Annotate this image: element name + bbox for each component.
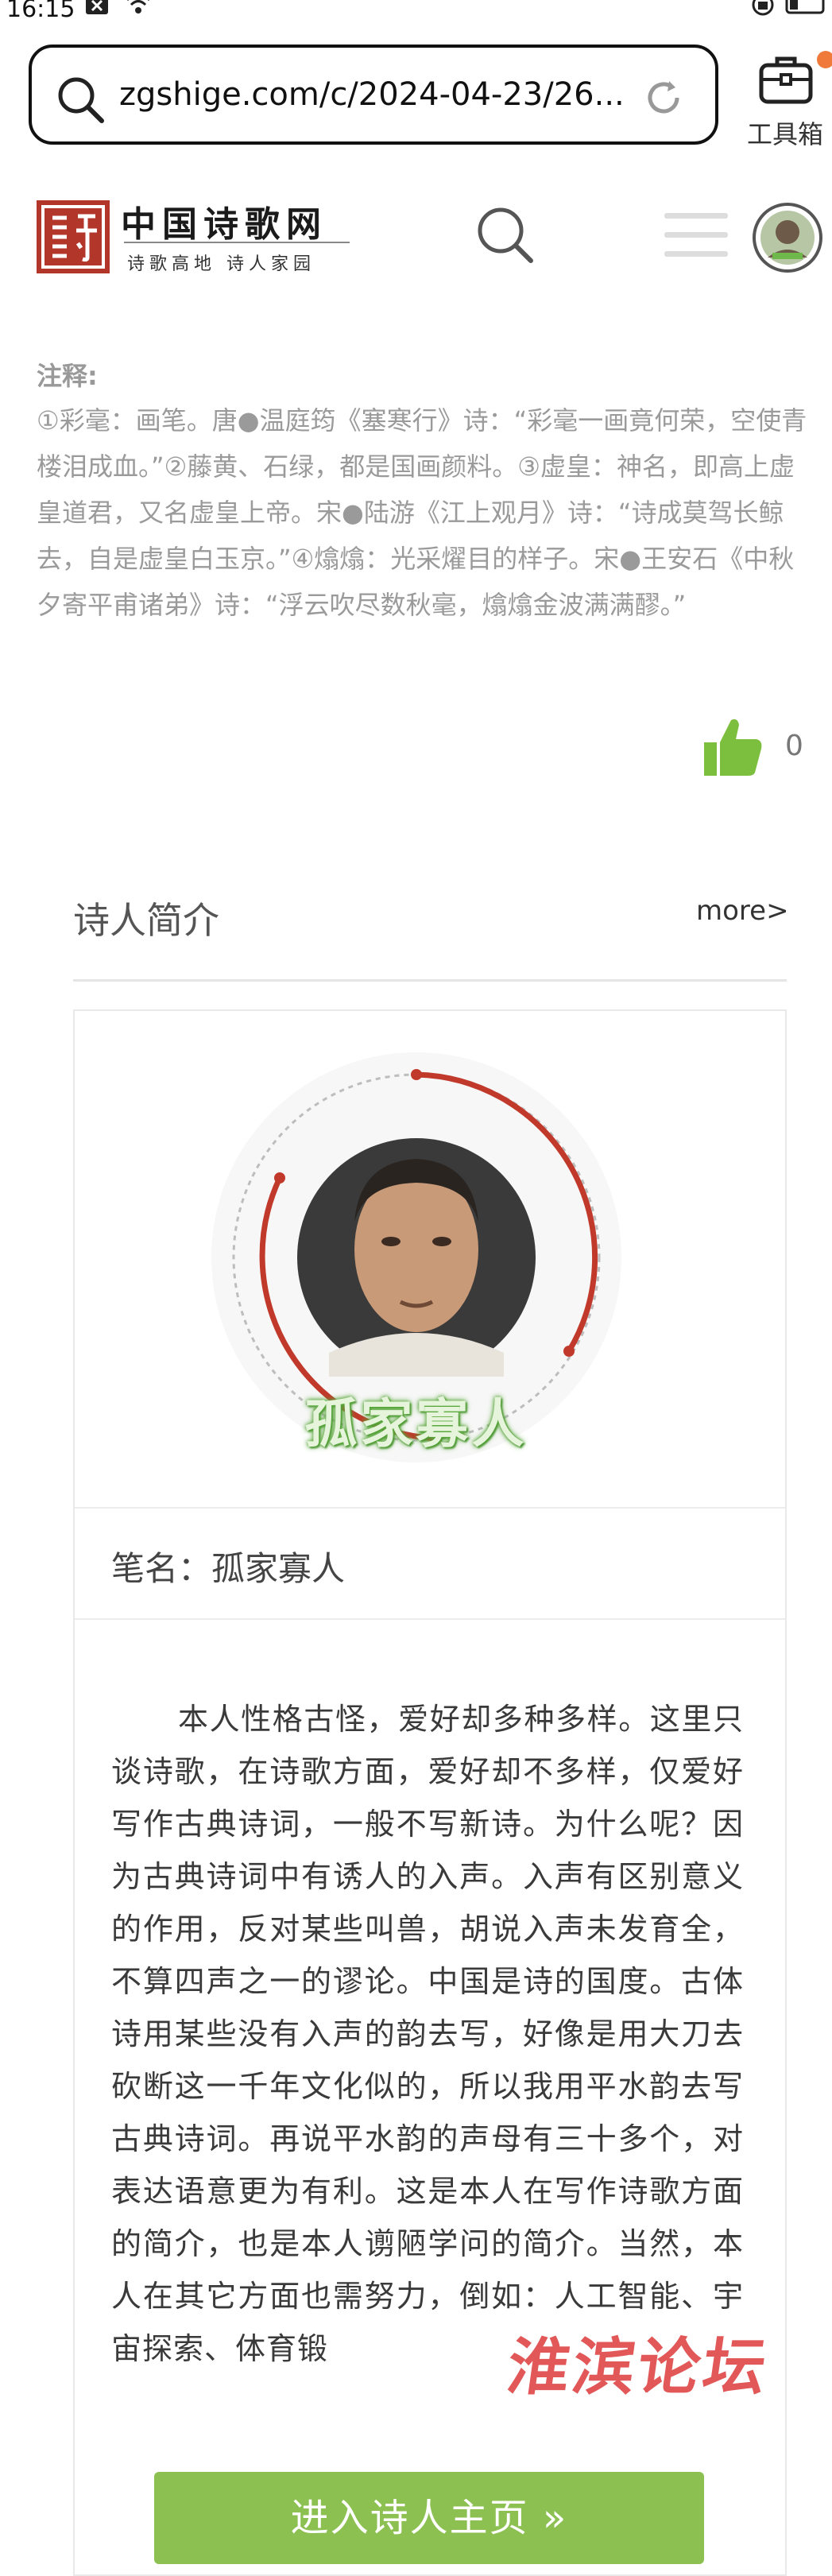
url-text[interactable]: zgshige.com/c/2024-04-23/26... — [119, 76, 625, 113]
status-time: 16:15 — [6, 0, 75, 23]
watermark: 淮滨论坛 — [502, 2331, 774, 2404]
card-divider — [75, 1507, 785, 1509]
poet-bio: 本人性格古怪，爱好却多种多样。这里只谈诗歌，在诗歌方面，爱好却不多样，仅爱好写作… — [111, 1702, 744, 2366]
site-search-icon[interactable] — [475, 205, 536, 265]
logo-divider — [124, 242, 350, 243]
lock-rotation-icon — [752, 0, 774, 16]
thumbs-up-icon — [704, 719, 762, 776]
search-icon — [58, 77, 104, 123]
notification-dot — [817, 51, 832, 68]
wifi-icon — [127, 0, 149, 14]
menu-icon[interactable] — [664, 210, 728, 261]
notification-icon — [86, 0, 108, 14]
avatar-caption: 孤家寡人 — [304, 1393, 528, 1455]
poet-intro-heading: 诗人简介 — [73, 899, 219, 942]
logo-seal-icon — [37, 200, 110, 273]
card-divider — [75, 1618, 785, 1620]
battery-icon — [785, 0, 825, 14]
reload-icon[interactable] — [642, 76, 685, 119]
more-link[interactable]: more> — [696, 895, 789, 927]
like-button[interactable] — [704, 715, 768, 779]
intro-divider — [73, 979, 787, 982]
notes-title: 注释: — [37, 361, 98, 391]
toolbox-label[interactable]: 工具箱 — [747, 114, 823, 151]
enter-poet-homepage-button[interactable]: 进入诗人主页 » — [154, 2472, 704, 2564]
logo-title[interactable]: 中国诗歌网 — [121, 196, 327, 246]
notes-body: ①彩毫：画笔。唐●温庭筠《塞寒行》诗：“彩毫一画竟何荣，空使青楼泪成血。”②藤黄… — [37, 405, 807, 620]
status-bar: 16:15 — [0, 0, 832, 24]
toolbox-icon — [759, 56, 813, 104]
logo-subtitle: 诗歌高地 诗人家园 — [127, 254, 315, 274]
user-avatar[interactable] — [752, 202, 823, 273]
pen-name: 笔名：孤家寡人 — [111, 1549, 346, 1588]
like-count: 0 — [785, 730, 803, 762]
